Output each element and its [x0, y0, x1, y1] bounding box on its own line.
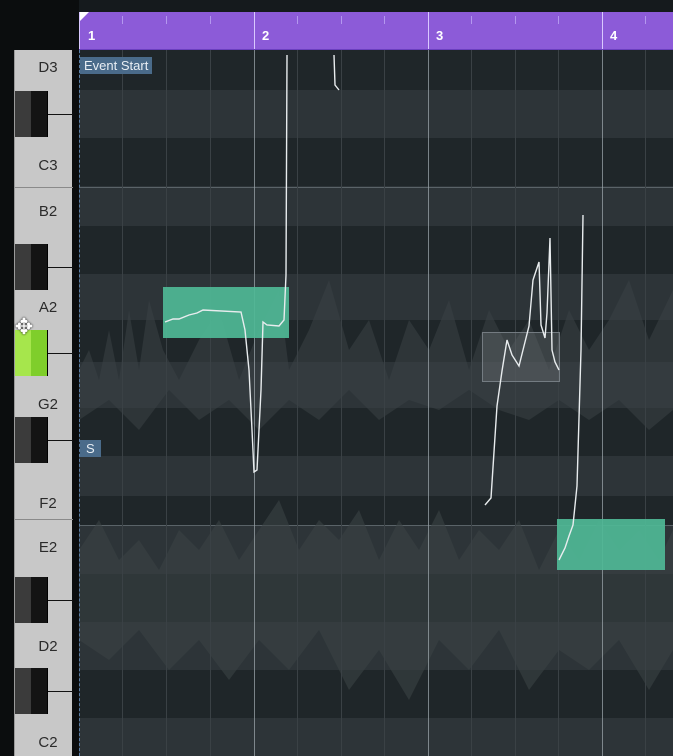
- key-label-c2: C2: [38, 734, 58, 751]
- ruler-tick: [515, 16, 516, 24]
- key-tick: [48, 691, 73, 692]
- key-tick: [48, 353, 73, 354]
- piano-keyboard[interactable]: D3 C3 B2 A2 G2 F2 E2 D2 C2 ✥: [0, 50, 79, 756]
- ruler-tick: [79, 12, 80, 49]
- ruler-tick: [166, 16, 167, 24]
- piano-keys[interactable]: D3 C3 B2 A2 G2 F2 E2 D2 C2: [14, 50, 73, 756]
- ruler-start-marker: [79, 12, 89, 22]
- key-separator: [15, 187, 73, 188]
- ruler-tick: [254, 12, 255, 49]
- key-tick: [48, 114, 73, 115]
- timeline-ruler[interactable]: 1 2 3 4: [79, 12, 673, 50]
- move-cursor-icon: ✥: [14, 314, 34, 339]
- ruler-bar-4: 4: [610, 28, 618, 43]
- key-separator: [15, 519, 73, 520]
- black-key-c-sharp-3[interactable]: [15, 91, 48, 137]
- key-label-d2: D2: [38, 638, 58, 655]
- key-label-g2: G2: [37, 396, 58, 413]
- ruler-tick: [384, 16, 385, 24]
- pitch-curves: [164, 54, 584, 561]
- ruler-bar-3: 3: [436, 28, 444, 43]
- black-key-a-sharp-2[interactable]: [15, 244, 48, 290]
- s-marker[interactable]: S: [80, 440, 101, 457]
- key-label-c3: C3: [38, 157, 58, 174]
- ruler-tick: [297, 16, 298, 24]
- ruler-tick: [602, 12, 603, 49]
- event-start-label: Event Start: [80, 57, 153, 74]
- key-label-f2: F2: [39, 495, 57, 512]
- ruler-tick: [341, 16, 342, 24]
- corner-panel: [0, 0, 79, 50]
- ruler-bar-1: 1: [88, 28, 96, 43]
- ruler-tick: [122, 16, 123, 24]
- ruler-bar-2: 2: [262, 28, 270, 43]
- key-tick: [48, 267, 73, 268]
- black-key-c-sharp-2[interactable]: [15, 668, 48, 714]
- key-tick: [48, 600, 73, 601]
- key-label-e2: E2: [38, 539, 58, 556]
- black-key-d-sharp-2[interactable]: [15, 577, 48, 623]
- key-label-b2: B2: [38, 203, 58, 220]
- ruler-tick: [428, 12, 429, 49]
- key-tick: [48, 440, 73, 441]
- ruler-tick: [558, 16, 559, 24]
- ruler-tick: [471, 16, 472, 24]
- note-editor-grid[interactable]: Event Start S: [79, 50, 673, 756]
- key-label-d3: D3: [38, 59, 58, 76]
- ruler-tick: [645, 16, 646, 24]
- black-key-f-sharp-2[interactable]: [15, 417, 48, 463]
- ruler-tick: [210, 16, 211, 24]
